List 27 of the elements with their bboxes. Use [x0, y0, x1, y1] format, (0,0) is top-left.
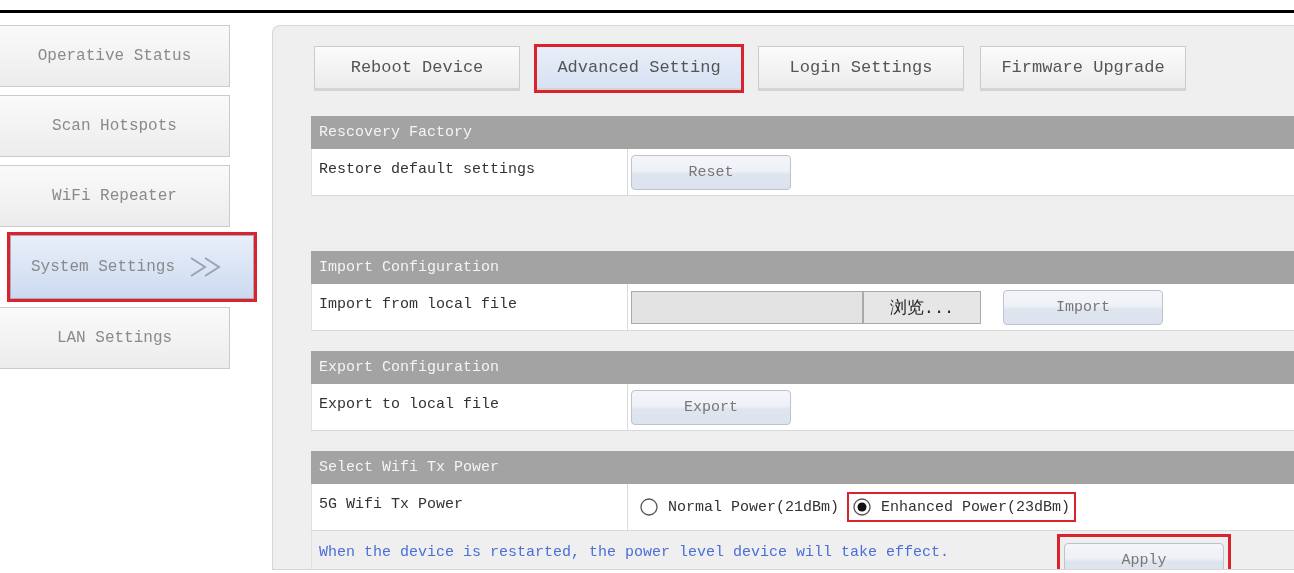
field-label: Export to local file: [312, 384, 628, 430]
section-header: Rescovery Factory: [311, 116, 1294, 149]
sidebar-item[interactable]: Scan Hotspots: [0, 95, 230, 157]
tab[interactable]: Reboot Device: [314, 46, 520, 91]
sidebar-item[interactable]: LAN Settings: [0, 307, 230, 369]
section-header: Select Wifi Tx Power: [311, 451, 1294, 484]
tab[interactable]: Advanced Setting: [536, 46, 742, 91]
radio-label[interactable]: Enhanced Power(23dBm): [881, 498, 1071, 516]
sidebar-item[interactable]: WiFi Repeater: [0, 165, 230, 227]
field-label: Restore default settings: [312, 149, 628, 195]
info-text: When the device is restarted, the power level device will take effect.: [319, 543, 950, 561]
sidebar-item[interactable]: System Settings: [10, 235, 254, 299]
tab[interactable]: Firmware Upgrade: [980, 46, 1186, 91]
file-field[interactable]: 浏览...: [631, 290, 981, 324]
action-button[interactable]: Export: [631, 389, 791, 425]
section-header: Import Configuration: [311, 251, 1294, 284]
section-header: Export Configuration: [311, 351, 1294, 384]
radio-button[interactable]: [640, 498, 658, 516]
radio-button[interactable]: [853, 498, 872, 516]
action-button[interactable]: Import: [1003, 289, 1163, 325]
tab[interactable]: Login Settings: [758, 46, 964, 91]
field-label: Import from local file: [312, 284, 628, 330]
action-button[interactable]: Apply: [1064, 543, 1225, 569]
sidebar-item[interactable]: Operative Status: [0, 25, 230, 87]
radio-label[interactable]: Normal Power(21dBm): [668, 498, 840, 516]
action-button[interactable]: Reset: [631, 154, 791, 190]
field-label: 5G Wifi Tx Power: [312, 484, 628, 530]
